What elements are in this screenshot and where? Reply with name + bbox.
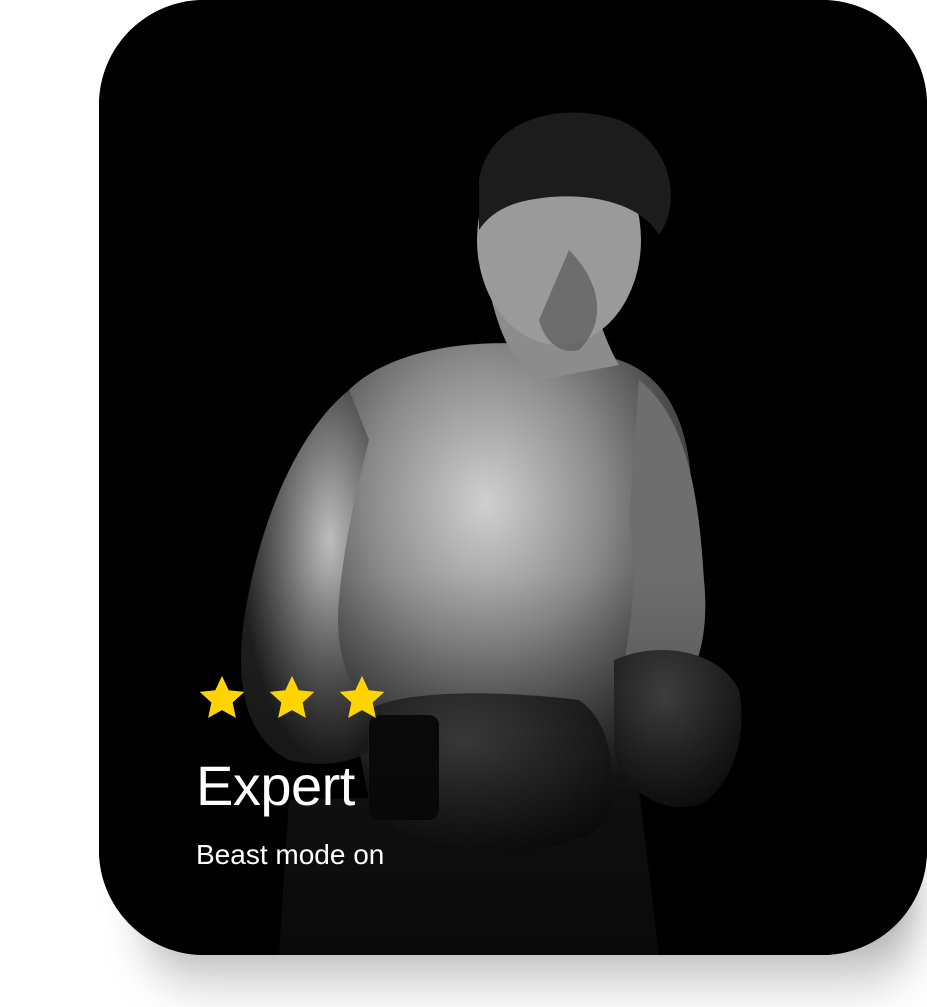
level-card-expert[interactable]: Expert Beast mode on: [99, 0, 927, 955]
page: Expert Beast mode on: [0, 0, 927, 1007]
star-icon: [199, 675, 245, 718]
star-icon: [269, 675, 315, 718]
level-subtitle: Beast mode on: [196, 839, 385, 870]
star-icon: [339, 675, 385, 718]
star-rating: [196, 672, 696, 724]
level-title: Expert: [196, 754, 355, 817]
card-info: Expert Beast mode on: [196, 672, 696, 872]
